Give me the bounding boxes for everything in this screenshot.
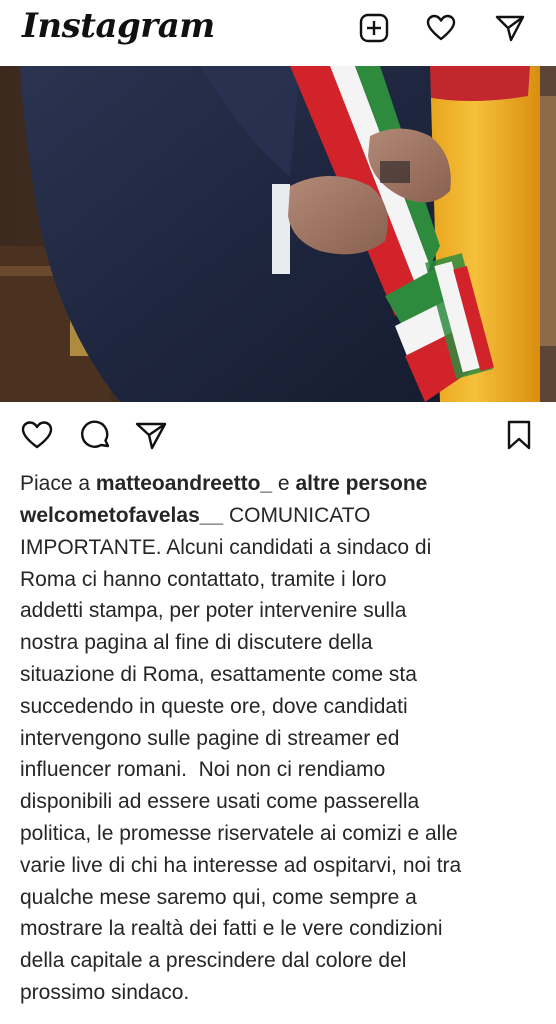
new-post-icon[interactable] (358, 12, 390, 44)
post-photo[interactable] (0, 66, 556, 402)
caption-line: Roma ci hanno contattato, tramite i loro (20, 567, 387, 591)
caption-line: influencer romani. Noi non ci rendiamo (20, 758, 386, 782)
save-icon[interactable] (502, 418, 536, 452)
post-caption: welcometofavelas__ COMUNICATO IMPORTANTE… (20, 500, 540, 1009)
caption-line: IMPORTANTE. Alcuni candidati a sindaco d… (20, 535, 432, 559)
direct-message-icon[interactable] (494, 12, 526, 44)
caption-line: mostrare la realtà dei fatti e le vere c… (20, 917, 443, 941)
comment-icon[interactable] (79, 418, 113, 452)
caption-line: della capitale a prescindere dal colore … (20, 949, 407, 973)
caption-username[interactable]: welcometofavelas__ (20, 504, 223, 527)
likes-middle: e (272, 472, 296, 495)
top-bar: Instagram (0, 0, 556, 64)
caption-line: nostra pagina al fine di discutere della (20, 631, 373, 655)
caption-line: succedendo in queste ore, dove candidati (20, 694, 408, 718)
post-action-bar (0, 414, 556, 456)
caption-line: disponibili ad essere usati come passere… (20, 790, 420, 814)
likes-prefix: Piace a (20, 472, 96, 495)
share-icon[interactable] (134, 418, 168, 452)
caption-first-line-text: COMUNICATO (223, 504, 371, 527)
instagram-logo[interactable]: Instagram (22, 6, 215, 46)
caption-line: addetti stampa, per poter intervenire su… (20, 599, 407, 623)
heart-icon[interactable] (425, 12, 457, 44)
caption-line: varie live di chi ha interesse ad ospita… (20, 853, 462, 877)
like-icon[interactable] (20, 418, 54, 452)
likes-line: Piace a matteoandreetto_ e altre persone (20, 468, 540, 499)
caption-line: prossimo sindaco. (20, 980, 190, 1004)
caption-first-line: welcometofavelas__ COMUNICATO (20, 500, 540, 532)
caption-line: situazione di Roma, esattamente come sta (20, 662, 417, 686)
caption-line: intervengono sulle pagine di streamer ed (20, 726, 400, 750)
caption-line: qualche mese saremo qui, come sempre a (20, 885, 417, 909)
liked-by-user[interactable]: matteoandreetto_ (96, 472, 272, 495)
liked-by-others[interactable]: altre persone (295, 472, 427, 495)
caption-line: politica, le promesse riservatele ai com… (20, 821, 458, 845)
